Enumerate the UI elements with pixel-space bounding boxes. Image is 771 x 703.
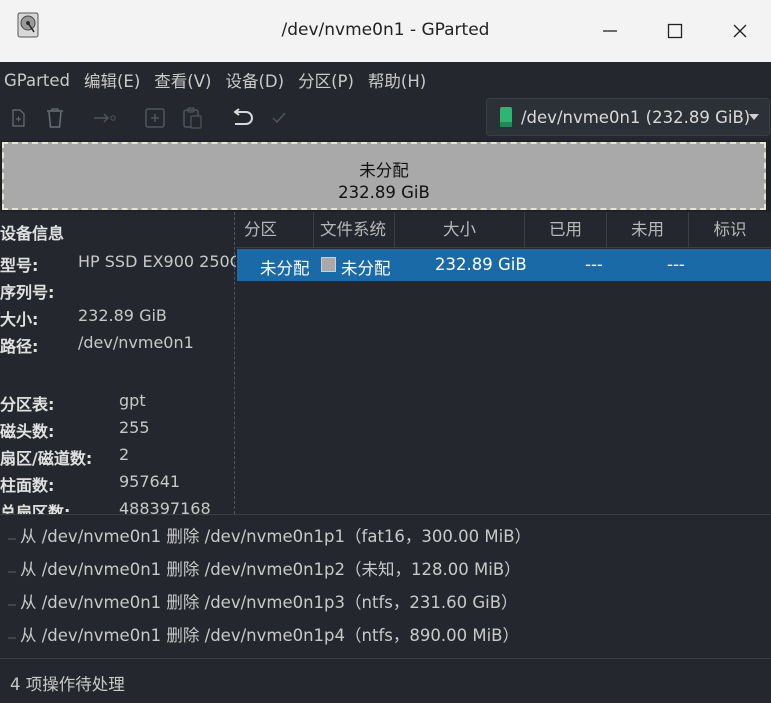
resize-move-button[interactable]	[93, 106, 117, 130]
path-value: /dev/nvme0n1	[78, 333, 194, 352]
close-icon	[733, 24, 747, 38]
menu-bar: GParted 编辑(E) 查看(V) 设备(D) 分区(P) 帮助(H)	[0, 62, 771, 98]
model-label: 型号:	[0, 256, 39, 275]
row-unused: ---	[667, 255, 685, 274]
table-header: 分区 文件系统 大小 已用 未用 标识	[236, 212, 771, 248]
sectors-value: 2	[119, 445, 130, 464]
list-item[interactable]: 从 /dev/nvme0n1 删除 /dev/nvme0n1p1（fat16，3…	[0, 517, 771, 550]
sectors-label: 扇区/磁道数:	[0, 449, 93, 468]
row-filesystem: 未分配	[341, 259, 391, 278]
size-value: 232.89 GiB	[78, 306, 167, 325]
column-flags[interactable]: 标识	[689, 212, 771, 248]
total-sectors-value: 488397168	[119, 499, 211, 514]
column-partition[interactable]: 分区	[236, 212, 314, 248]
undo-button[interactable]	[230, 106, 254, 130]
row-used: ---	[585, 255, 603, 274]
apply-icon	[272, 112, 286, 124]
device-selector[interactable]: /dev/nvme0n1 (232.89 GiB)	[486, 98, 770, 136]
apply-button[interactable]	[267, 106, 291, 130]
menu-device[interactable]: 设备(D)	[220, 68, 293, 92]
unallocated-label: 未分配	[359, 161, 409, 180]
copy-button[interactable]	[143, 106, 167, 130]
pending-operations-list: 从 /dev/nvme0n1 删除 /dev/nvme0n1p1（fat16，3…	[0, 514, 771, 658]
panel-divider[interactable]	[234, 212, 235, 514]
column-size[interactable]: 大小	[395, 212, 525, 248]
undo-icon	[233, 108, 253, 125]
pending-operations-count: 4 项操作待处理	[10, 675, 125, 694]
serial-label: 序列号:	[0, 283, 55, 302]
table-row[interactable]: 未分配 未分配 232.89 GiB --- ---	[237, 249, 771, 281]
size-label: 大小:	[0, 310, 39, 329]
unallocated-size: 232.89 GiB	[338, 183, 430, 202]
operation-text: 从 /dev/nvme0n1 删除 /dev/nvme0n1p3（ntfs，23…	[20, 593, 518, 612]
menu-partition[interactable]: 分区(P)	[293, 68, 363, 92]
model-value: HP SSD EX900 250GB	[78, 252, 236, 271]
column-used[interactable]: 已用	[525, 212, 607, 248]
delete-operation-icon	[8, 571, 16, 573]
column-filesystem[interactable]: 文件系统	[314, 212, 395, 248]
path-label: 路径:	[0, 337, 39, 356]
title-bar: /dev/nvme0n1 - GParted	[0, 0, 771, 62]
delete-operation-icon	[8, 538, 16, 540]
row-size: 232.89 GiB	[435, 255, 527, 274]
maximize-icon	[667, 23, 683, 39]
filesystem-color-swatch	[321, 257, 336, 272]
device-info-heading: 设备信息	[0, 224, 65, 243]
list-item[interactable]: 从 /dev/nvme0n1 删除 /dev/nvme0n1p2（未知，128.…	[0, 550, 771, 583]
heads-value: 255	[119, 418, 150, 437]
maximize-button[interactable]	[652, 8, 698, 54]
resize-move-icon	[94, 113, 116, 123]
menu-gparted[interactable]: GParted	[0, 71, 79, 90]
new-partition-button[interactable]	[6, 106, 30, 130]
operation-text: 从 /dev/nvme0n1 删除 /dev/nvme0n1p2（未知，128.…	[20, 560, 521, 579]
minimize-button[interactable]	[587, 8, 633, 54]
device-info-panel: 设备信息 型号: HP SSD EX900 250GB 序列号: 大小: 232…	[0, 212, 236, 514]
total-sectors-label: 总扇区数:	[0, 503, 71, 514]
partition-table-label: 分区表:	[0, 395, 55, 414]
partition-table: 分区 文件系统 大小 已用 未用 标识 未分配 未分配 232.89 GiB -…	[236, 212, 771, 514]
copy-icon	[145, 108, 165, 128]
status-bar: 4 项操作待处理	[0, 658, 771, 703]
menu-view[interactable]: 查看(V)	[149, 68, 220, 92]
chevron-down-icon	[749, 114, 759, 120]
list-item[interactable]: 从 /dev/nvme0n1 删除 /dev/nvme0n1p3（ntfs，23…	[0, 583, 771, 616]
operation-text: 从 /dev/nvme0n1 删除 /dev/nvme0n1p1（fat16，3…	[20, 527, 532, 546]
device-selector-label: /dev/nvme0n1 (232.89 GiB)	[521, 107, 751, 127]
row-partition: 未分配	[260, 259, 310, 278]
delete-icon	[47, 108, 63, 128]
unallocated-block[interactable]: 未分配 232.89 GiB	[2, 142, 766, 210]
partition-table-value: gpt	[119, 391, 146, 410]
delete-operation-icon	[8, 637, 16, 639]
menu-help[interactable]: 帮助(H)	[363, 68, 435, 92]
disk-map: 未分配 232.89 GiB	[0, 140, 771, 212]
drive-icon	[500, 107, 512, 127]
minimize-icon	[603, 30, 617, 32]
menu-edit[interactable]: 编辑(E)	[79, 68, 149, 92]
list-item[interactable]: 从 /dev/nvme0n1 删除 /dev/nvme0n1p4（ntfs，89…	[0, 616, 771, 649]
column-unused[interactable]: 未用	[607, 212, 689, 248]
close-button[interactable]	[717, 8, 763, 54]
delete-operation-icon	[8, 604, 16, 606]
cylinders-value: 957641	[119, 472, 181, 491]
delete-button[interactable]	[43, 106, 67, 130]
cylinders-label: 柱面数:	[0, 476, 55, 495]
new-icon	[12, 109, 25, 127]
heads-label: 磁头数:	[0, 422, 55, 441]
paste-button[interactable]	[180, 106, 204, 130]
operation-text: 从 /dev/nvme0n1 删除 /dev/nvme0n1p4（ntfs，89…	[20, 626, 519, 645]
gparted-window: GParted 编辑(E) 查看(V) 设备(D) 分区(P) 帮助(H) /d…	[0, 62, 771, 703]
paste-icon	[183, 107, 202, 129]
